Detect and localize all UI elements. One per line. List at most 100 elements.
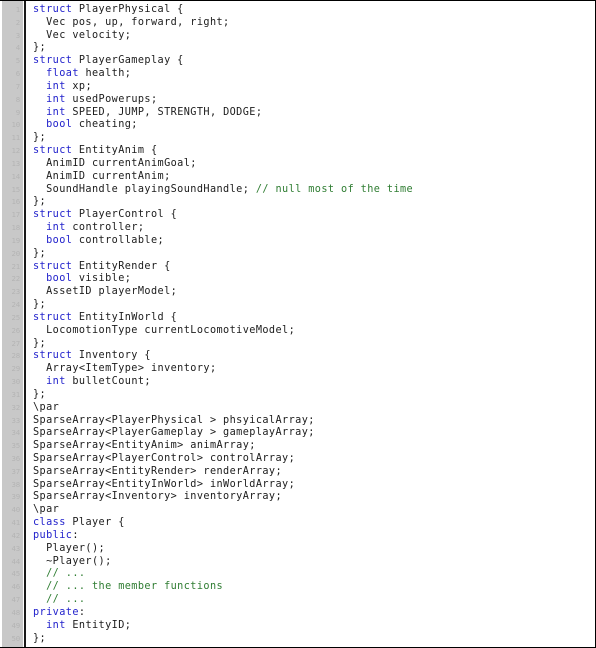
- plain-token: EntityAnim {: [72, 145, 158, 157]
- code-line-text: struct PlayerGameplay {: [33, 55, 184, 68]
- code-line: 34 SparseArray<PlayerGameplay > gameplayA…: [0, 427, 595, 440]
- code-line-text: private:: [33, 607, 85, 620]
- code-line-text: SparseArray<Inventory> inventoryArray;: [33, 491, 282, 504]
- plain-token: AnimID currentAnim;: [33, 170, 171, 182]
- line-number: 25: [11, 312, 21, 322]
- plain-token: cheating;: [72, 119, 138, 131]
- keyword-token: struct: [33, 55, 73, 67]
- code-line-text: struct EntityRender {: [33, 261, 171, 274]
- code-line-text: class Player {: [33, 517, 125, 530]
- plain-token: SparseArray<PlayerGameplay > gameplayArr…: [33, 427, 315, 439]
- code-line: 22 bool visible;: [0, 273, 595, 286]
- line-number: 2: [15, 17, 20, 27]
- code-line: 9 int SPEED, JUMP, STRENGTH, DODGE;: [0, 107, 595, 120]
- code-line-text: // ... the member functions: [33, 581, 223, 594]
- line-number: 6: [15, 69, 20, 79]
- code-line: 43 Player();: [0, 543, 595, 556]
- plain-token: controllable;: [72, 234, 165, 246]
- keyword-token: struct: [33, 311, 73, 323]
- plain-token: SparseArray<EntityRender> renderArray;: [33, 465, 283, 477]
- code-line: 5 struct PlayerGameplay {: [0, 55, 595, 68]
- plain-token: \par: [33, 504, 60, 516]
- line-number: 29: [11, 364, 21, 374]
- code-line-text: struct EntityAnim {: [33, 145, 158, 158]
- code-line-text: };: [33, 299, 46, 312]
- line-number: 7: [15, 81, 20, 91]
- plain-token: SparseArray<PlayerControl> controlArray;: [33, 452, 296, 464]
- code-line: 32 \par: [0, 402, 595, 415]
- code-line-text: int controller;: [33, 222, 144, 235]
- plain-token: :: [78, 606, 86, 618]
- keyword-token: bool: [46, 234, 73, 246]
- plain-token: };: [33, 299, 47, 311]
- code-line-text: Vec pos, up, forward, right;: [33, 17, 230, 30]
- keyword-token: bool: [46, 119, 73, 131]
- plain-token: controller;: [65, 222, 145, 234]
- code-line-text: \par: [33, 402, 59, 415]
- line-number: 36: [11, 453, 21, 463]
- code-line-text: };: [33, 248, 46, 261]
- keyword-token: private: [33, 606, 79, 618]
- code-line-text: struct PlayerPhysical {: [33, 4, 184, 17]
- code-line: 26 LocomotionType currentLocomotiveModel…: [0, 325, 595, 338]
- code-line-text: \par: [33, 504, 59, 517]
- line-number: 47: [11, 595, 21, 605]
- code-line-text: public:: [33, 530, 79, 543]
- line-number: 44: [11, 556, 21, 566]
- code-line-text: bool visible;: [33, 273, 131, 286]
- plain-token: };: [33, 42, 47, 54]
- code-line: 36 SparseArray<PlayerControl> controlArra…: [0, 453, 595, 466]
- code-line: 47 // ...: [0, 594, 595, 607]
- plain-token: PlayerControl {: [72, 209, 178, 221]
- plain-token: bulletCount;: [65, 376, 151, 388]
- code-line: 1 struct PlayerPhysical {: [0, 4, 595, 17]
- keyword-token: int: [46, 222, 66, 234]
- plain-token: xp;: [65, 80, 92, 92]
- code-line: 15 SoundHandle playingSoundHandle; // nu…: [0, 184, 595, 197]
- keyword-token: struct: [33, 4, 73, 15]
- code-line-text: };: [33, 42, 46, 55]
- code-line: 38 SparseArray<EntityInWorld> inWorldArra…: [0, 479, 595, 492]
- code-line-text: AnimID currentAnimGoal;: [33, 158, 197, 171]
- keyword-token: int: [46, 106, 66, 118]
- code-line-text: };: [33, 338, 46, 351]
- code-line: 49 int EntityID;: [0, 620, 595, 633]
- plain-token: visible;: [72, 273, 132, 285]
- code-line-text: SparseArray<PlayerGameplay > gameplayArr…: [33, 427, 315, 440]
- line-number: 32: [11, 402, 21, 412]
- plain-token: Array<ItemType> inventory;: [33, 363, 217, 375]
- plain-token: AssetID playerModel;: [33, 286, 178, 298]
- line-number: 15: [11, 184, 21, 194]
- code-line: 12 struct EntityAnim {: [0, 145, 595, 158]
- line-number: 50: [11, 633, 21, 643]
- line-number: 26: [11, 325, 21, 335]
- plain-token: };: [33, 132, 47, 144]
- code-line: 27};: [0, 338, 595, 351]
- code-line-text: int EntityID;: [33, 620, 131, 633]
- code-line-text: LocomotionType currentLocomotiveModel;: [33, 325, 295, 338]
- code-body[interactable]: 1 struct PlayerPhysical {2 Vec pos, up, f…: [0, 1, 595, 645]
- code-line: 10 bool cheating;: [0, 119, 595, 132]
- plain-token: EntityInWorld {: [72, 311, 178, 323]
- code-line: 19 bool controllable;: [0, 235, 595, 248]
- plain-token: };: [33, 337, 47, 349]
- code-line-text: };: [33, 633, 46, 646]
- line-number: 12: [11, 146, 21, 156]
- keyword-token: struct: [33, 350, 73, 362]
- plain-token: SparseArray<PlayerPhysical > phsyicalArr…: [33, 414, 315, 426]
- code-line-text: SparseArray<PlayerPhysical > phsyicalArr…: [33, 415, 315, 428]
- plain-token: AnimID currentAnimGoal;: [33, 157, 197, 169]
- code-line: 29 Array<ItemType> inventory;: [0, 363, 595, 376]
- code-line: 8 int usedPowerups;: [0, 94, 595, 107]
- code-line: 30 int bulletCount;: [0, 376, 595, 389]
- code-line: 44 ~Player();: [0, 556, 595, 569]
- code-line-text: SparseArray<EntityInWorld> inWorldArray;: [33, 479, 295, 492]
- code-line: 14 AnimID currentAnim;: [0, 171, 595, 184]
- keyword-token: struct: [33, 209, 73, 221]
